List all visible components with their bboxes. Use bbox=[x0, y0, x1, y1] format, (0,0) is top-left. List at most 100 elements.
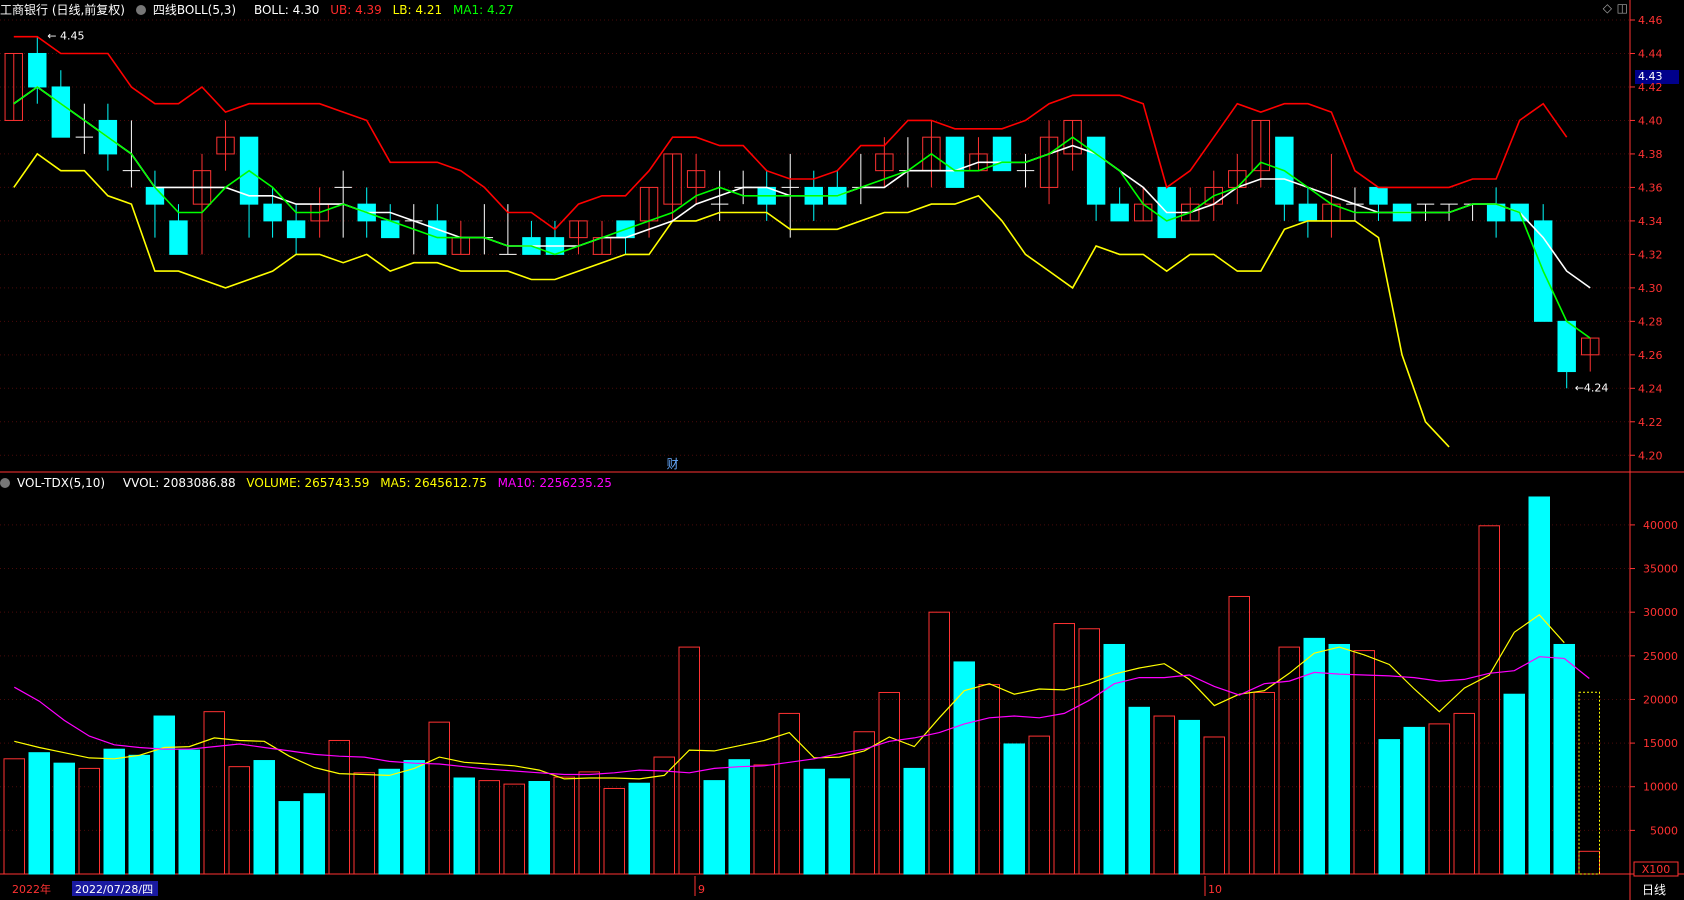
volume-bar bbox=[1253, 691, 1275, 875]
candle-body bbox=[28, 52, 47, 88]
candle-body bbox=[286, 220, 306, 239]
volume-bar bbox=[678, 646, 700, 875]
price-tick-label: 4.22 bbox=[1638, 416, 1663, 429]
volume-bar bbox=[278, 801, 300, 875]
price-tick-label: 4.44 bbox=[1638, 47, 1663, 60]
volume-tick-label: 25000 bbox=[1643, 650, 1678, 663]
candle-body bbox=[169, 220, 188, 255]
volume-bar bbox=[453, 777, 475, 875]
vvol-projection-bar bbox=[1578, 691, 1600, 875]
volume-bar bbox=[1378, 739, 1400, 875]
volume-bar bbox=[503, 783, 525, 875]
candle-body bbox=[945, 136, 965, 188]
volume-bar bbox=[878, 691, 900, 875]
candle-body bbox=[1298, 203, 1318, 222]
volume-bar bbox=[203, 711, 225, 875]
min-price-label: ←4.24 bbox=[1575, 381, 1609, 394]
price-tick-label: 4.24 bbox=[1638, 382, 1663, 395]
volume-bar bbox=[703, 780, 725, 875]
volume-bar bbox=[403, 760, 425, 875]
volume-tick-label: 40000 bbox=[1643, 519, 1678, 532]
volume-bar bbox=[778, 712, 800, 875]
volume-bar bbox=[303, 793, 325, 875]
volume-bar bbox=[1103, 643, 1125, 875]
candle-body bbox=[992, 136, 1012, 172]
month-label-9: 9 bbox=[698, 883, 705, 896]
volume-bar bbox=[603, 787, 625, 875]
volume-bar bbox=[353, 772, 375, 875]
price-tick-label: 4.34 bbox=[1638, 215, 1663, 228]
volume-bar bbox=[103, 748, 125, 875]
volume-bar bbox=[1453, 712, 1475, 875]
volume-bar bbox=[903, 767, 925, 875]
volume-bar bbox=[1403, 726, 1425, 875]
volume-bar bbox=[53, 762, 75, 875]
volume-bar bbox=[1003, 743, 1025, 875]
price-tick-label: 4.30 bbox=[1638, 282, 1663, 295]
volume-bar bbox=[1328, 643, 1350, 875]
volume-tick-label: 5000 bbox=[1650, 824, 1678, 837]
price-tick-label: 4.32 bbox=[1638, 248, 1663, 261]
candle-body bbox=[51, 86, 71, 138]
volume-bar bbox=[1178, 719, 1200, 875]
candle-body bbox=[1086, 136, 1106, 205]
volume-bar bbox=[378, 768, 400, 875]
volume-bar bbox=[3, 758, 25, 875]
volume-bar bbox=[953, 661, 975, 875]
volume-bar bbox=[28, 752, 50, 875]
volume-bar bbox=[753, 764, 775, 875]
volume-bar bbox=[553, 776, 575, 875]
volume-bar bbox=[1303, 637, 1325, 875]
boll-ma1-line bbox=[13, 86, 1591, 339]
volume-tick-label: 15000 bbox=[1643, 737, 1678, 750]
volume-bar bbox=[1428, 723, 1450, 875]
chart-canvas[interactable]: 4.20 4.22 4.24 4.26 4.28 4.30 4.32 4.34 4.36 4.38… bbox=[0, 0, 1684, 900]
volume-bar bbox=[1553, 643, 1575, 875]
volume-tick-label: 20000 bbox=[1643, 693, 1678, 706]
volume-bar bbox=[478, 780, 500, 875]
volume-tick-label: 30000 bbox=[1643, 606, 1678, 619]
volume-bar bbox=[1503, 693, 1525, 875]
volume-bar bbox=[253, 760, 275, 875]
month-label-10: 10 bbox=[1208, 883, 1222, 896]
volume-bar bbox=[1153, 715, 1175, 875]
volume-bar bbox=[803, 768, 825, 875]
price-tick-label: 4.28 bbox=[1638, 315, 1663, 328]
volume-bar bbox=[1353, 650, 1375, 875]
price-tick-label: 4.42 bbox=[1638, 81, 1663, 94]
date-year-label: 2022年 bbox=[12, 882, 51, 896]
volume-bar bbox=[228, 766, 250, 875]
finance-event-marker: 财 bbox=[667, 457, 679, 471]
candle-body bbox=[1369, 186, 1388, 205]
volume-tick-label: 10000 bbox=[1643, 781, 1678, 794]
volume-bar bbox=[1053, 623, 1075, 875]
price-tick-label: 4.26 bbox=[1638, 349, 1663, 362]
volume-bar bbox=[978, 684, 1000, 875]
volume-bar bbox=[828, 778, 850, 875]
price-tick-label: 4.46 bbox=[1638, 14, 1663, 27]
volume-bar bbox=[1528, 496, 1550, 875]
price-tick-label: 4.36 bbox=[1638, 181, 1663, 194]
vol-ma10-line bbox=[14, 656, 1590, 776]
volume-bar bbox=[328, 739, 350, 875]
volume-bar bbox=[1128, 706, 1150, 875]
volume-bar bbox=[1078, 628, 1100, 875]
vol-unit-label: X100 bbox=[1642, 863, 1671, 876]
volume-bar bbox=[1203, 736, 1225, 875]
volume-bar bbox=[128, 754, 150, 875]
candle-body bbox=[1557, 320, 1576, 373]
volume-bar bbox=[178, 749, 200, 875]
max-price-label: ← 4.45 bbox=[47, 30, 84, 43]
price-tick-label: 4.40 bbox=[1638, 114, 1663, 127]
volume-tick-label: 35000 bbox=[1643, 563, 1678, 576]
volume-bar bbox=[653, 756, 675, 875]
candle-body bbox=[1110, 203, 1129, 222]
volume-bar bbox=[528, 780, 550, 875]
period-label: 日线 bbox=[1642, 883, 1666, 897]
price-tick-label: 4.38 bbox=[1638, 148, 1663, 161]
volume-bar bbox=[153, 715, 175, 875]
volume-bar bbox=[628, 782, 650, 875]
volume-bar bbox=[728, 759, 750, 875]
volume-bar bbox=[428, 721, 450, 875]
volume-bar bbox=[78, 767, 100, 875]
